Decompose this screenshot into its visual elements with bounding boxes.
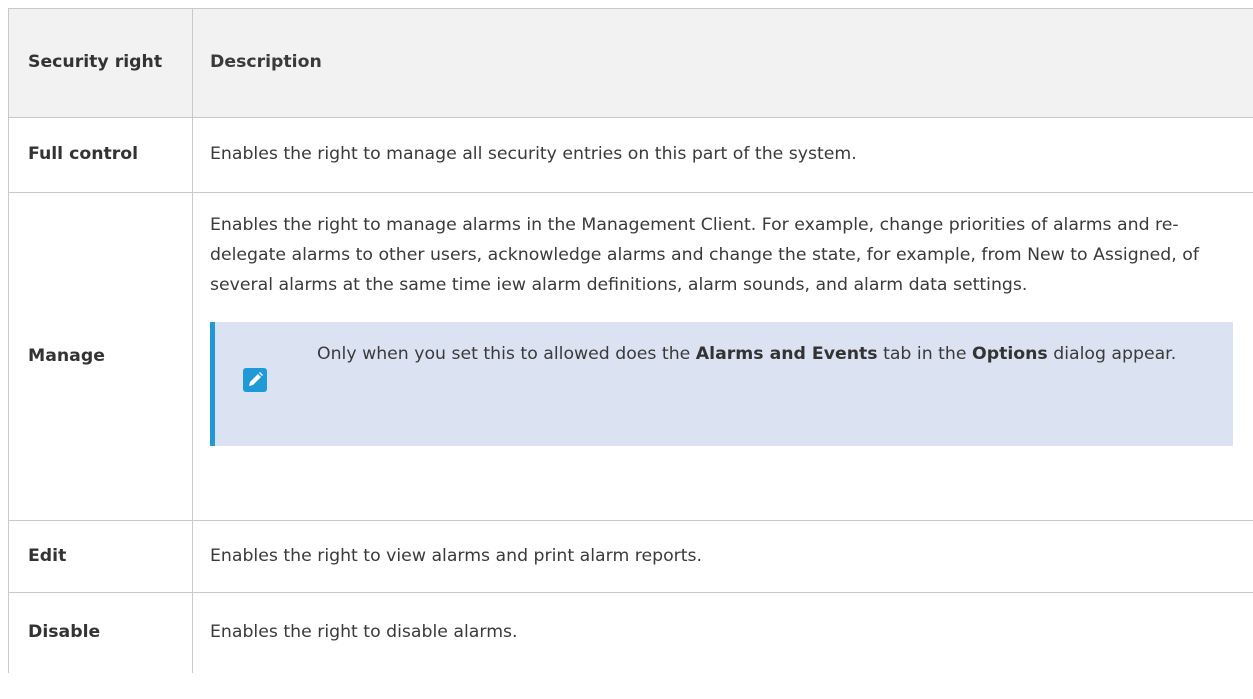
- right-name: Manage: [9, 193, 193, 520]
- pencil-icon: [242, 367, 268, 393]
- note-text: Only when you set this to allowed does t…: [317, 340, 1213, 370]
- note-box: Only when you set this to allowed does t…: [210, 322, 1233, 447]
- note-bold-options: Options: [972, 344, 1048, 365]
- right-description: Enables the right to manage alarms in th…: [210, 215, 1199, 295]
- note-text-part: Only when you set this to allowed does t…: [317, 344, 696, 365]
- header-description: Description: [210, 52, 322, 73]
- right-name: Full control: [9, 118, 193, 192]
- note-text-part: tab in the: [877, 344, 973, 365]
- table-row: Edit Enables the right to view alarms an…: [9, 521, 1253, 593]
- table-header-row: Security right Description: [9, 9, 1253, 118]
- security-rights-table: Security right Description Full control …: [8, 8, 1253, 673]
- note-bold-alarms-and-events: Alarms and Events: [695, 344, 878, 365]
- table-row: Manage Enables the right to manage alarm…: [9, 193, 1253, 521]
- header-security-right: Security right: [9, 9, 193, 117]
- table-row: Disable Enables the right to disable ala…: [9, 593, 1253, 673]
- right-name: Disable: [9, 593, 193, 673]
- right-description: Enables the right to manage all security…: [210, 144, 857, 165]
- right-description: Enables the right to view alarms and pri…: [210, 545, 703, 566]
- right-name: Edit: [9, 521, 193, 592]
- table-row: Full control Enables the right to manage…: [9, 118, 1253, 193]
- right-description: Enables the right to disable alarms.: [210, 622, 518, 643]
- note-text-part: dialog appear.: [1047, 344, 1177, 365]
